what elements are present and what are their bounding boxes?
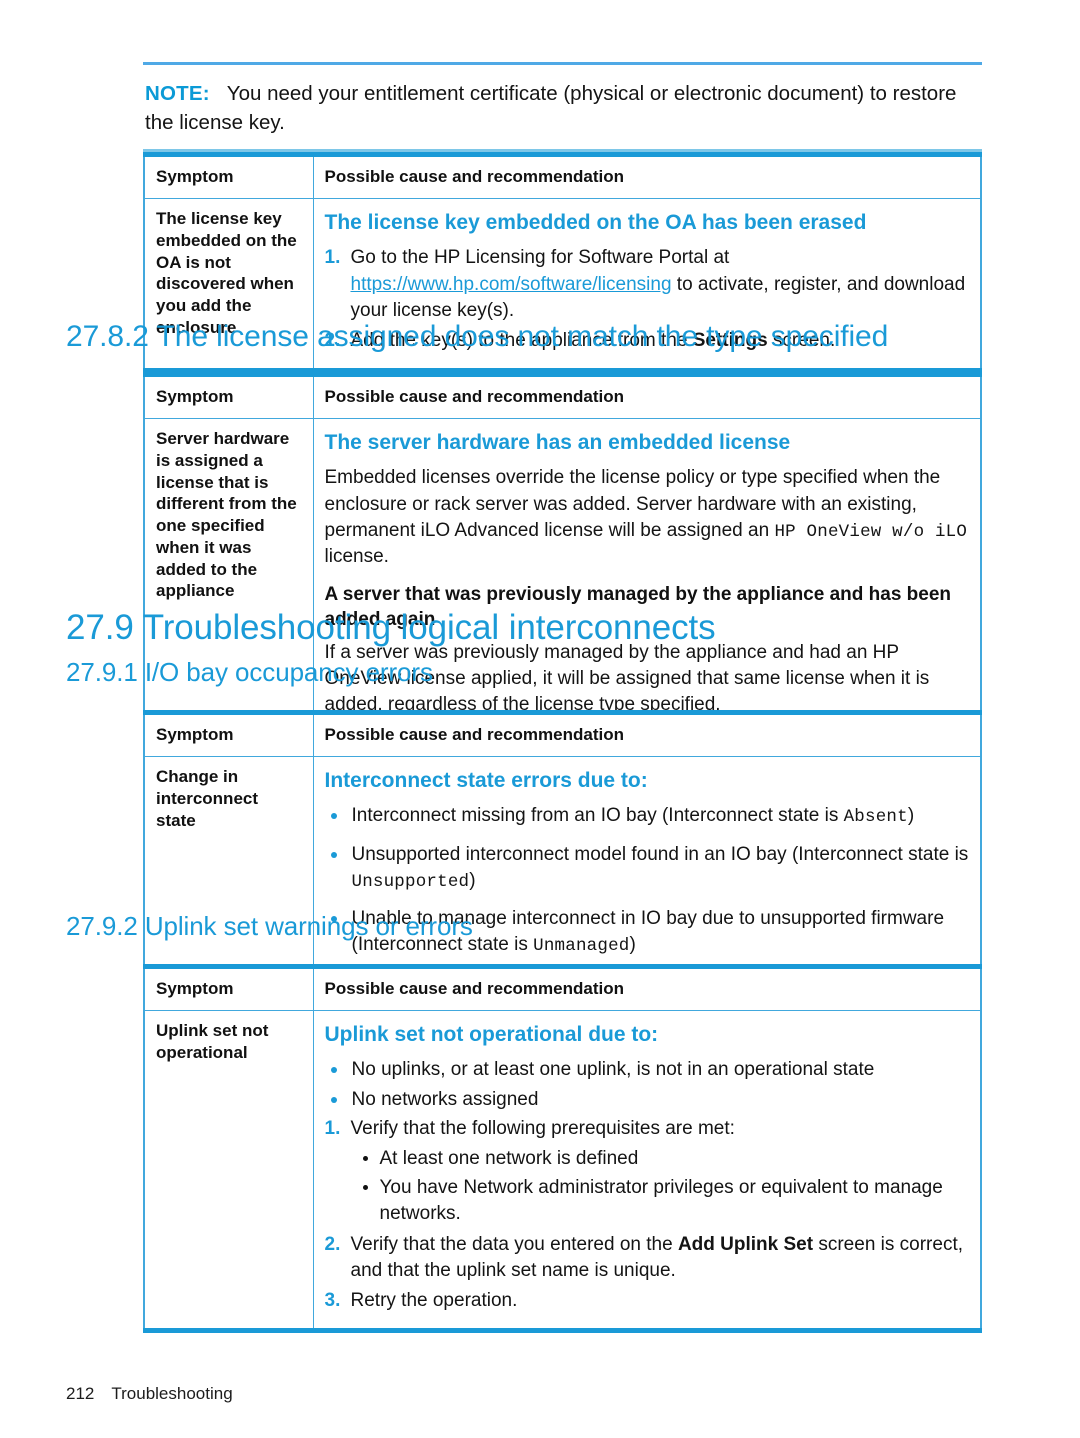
document-page: NOTE: You need your entitlement certifica… [0,0,1080,1438]
bullet-dot-icon [330,813,337,820]
section-title: I/O bay occupancy errors [144,657,433,687]
bullet-text-pre: Unsupported interconnect model found in … [351,843,969,865]
hp-licensing-portal-link[interactable]: https://www.hp.com/software/licensing [351,274,672,295]
footer-page-number: 212 [66,1384,95,1403]
para-post: license. [324,545,389,567]
section-number: 27.9 [66,608,134,647]
cause-heading: Uplink set not operational due to: [324,1023,659,1046]
note-text: You need your entitlement certificate (p… [145,82,957,135]
bullet-text-post: ) [907,805,915,827]
cause-paragraph-1: Embedded licenses override the license p… [325,465,970,570]
step-item: 2. Verify that the data you entered on th… [325,1232,970,1284]
bullet-dot-icon [330,1096,337,1103]
state-value-mono: Unsupported [351,871,470,892]
cause-heading: The server hardware has an embedded lice… [324,431,791,454]
section-number: 27.8.2 [66,320,149,353]
table-header-row: Symptom Possible cause and recommendatio… [143,154,982,199]
table-header-row: Symptom Possible cause and recommendatio… [143,966,982,1011]
note-body: NOTE: You need your entitlement certifica… [143,65,982,149]
license-name-mono: HP OneView w/o iLO [774,521,968,542]
step-number: 1. [324,247,341,269]
bullet-text-post: ) [469,869,476,891]
footer-chapter: Troubleshooting [111,1384,233,1403]
table-header-row: Symptom Possible cause and recommendatio… [143,374,982,419]
section-number: 27.9.1 [66,657,138,687]
cause-heading: The license key embedded on the OA has b… [324,211,867,234]
section-heading-27-9: 27.9 Troubleshooting logical interconnec… [66,608,716,648]
section-number: 27.9.2 [66,911,138,941]
bullet-text-post: ) [629,934,636,956]
state-value-mono: Absent [843,807,908,828]
step-item: 1. Verify that the following prerequisite… [325,1116,970,1228]
step-number: 2. [324,1233,341,1255]
step-text-pre: Go to the HP Licensing for Software Port… [350,247,730,269]
note-label: NOTE: [145,82,210,105]
step-text: Retry the operation. [350,1290,518,1312]
steps-list: 1. Verify that the following prerequisite… [325,1116,970,1315]
bullet-text: No uplinks, or at least one uplink, is n… [351,1059,875,1081]
page-footer: 212 Troubleshooting [66,1384,233,1404]
step-text: Verify that the following prerequisites … [350,1117,735,1139]
step-item: 3. Retry the operation. [325,1288,970,1314]
column-header-symptom: Symptom [143,154,314,199]
bullet-list: No uplinks, or at least one uplink, is n… [325,1057,970,1112]
cause-heading: Interconnect state errors due to: [324,769,648,792]
section-title: Uplink set warnings or errors [144,911,473,941]
substep-item: You have Network administrator privilege… [351,1175,970,1227]
bullet-dot-icon [362,1185,368,1191]
table-row: Uplink set not operational Uplink set no… [143,1009,982,1332]
step-number: 1. [324,1117,341,1139]
step-number: 3. [324,1290,341,1312]
step-item: 1. Go to the HP Licensing for Software Po… [325,245,970,324]
symptom-cell: Uplink set not operational [143,1009,314,1332]
table-header-row: Symptom Possible cause and recommendatio… [143,712,982,757]
bullet-dot-icon [330,851,337,858]
note-admonition: NOTE: You need your entitlement certifica… [143,62,982,153]
step-text-pre: Verify that the data you entered on the [350,1233,678,1255]
substep-item: At least one network is defined [351,1146,970,1172]
column-header-cause: Possible cause and recommendation [312,712,982,757]
section-heading-27-9-1: 27.9.1 I/O bay occupancy errors [66,657,433,688]
table-uplink-set-warnings: Symptom Possible cause and recommendatio… [143,964,982,1334]
cause-cell: Uplink set not operational due to: No up… [312,1009,982,1332]
substep-text: You have Network administrator privilege… [379,1177,943,1225]
bullet-dot-icon [362,1155,368,1161]
column-header-cause: Possible cause and recommendation [312,374,982,419]
substep-text: At least one network is defined [379,1147,639,1169]
section-title: The license assigned does not match the … [156,320,889,353]
bullet-item: No uplinks, or at least one uplink, is n… [325,1057,970,1083]
state-value-mono: Unmanaged [533,936,630,957]
bullet-item: Unsupported interconnect model found in … [325,842,970,894]
section-heading-27-9-2: 27.9.2 Uplink set warnings or errors [66,911,473,942]
column-header-cause: Possible cause and recommendation [312,966,982,1011]
bullet-text-pre: Interconnect missing from an IO bay (Int… [351,805,844,827]
bullet-text: No networks assigned [351,1088,539,1110]
substep-list: At least one network is defined You have… [351,1146,970,1228]
section-title: Troubleshooting logical interconnects [142,608,716,647]
add-uplink-set-emphasis: Add Uplink Set [677,1233,814,1255]
bullet-item: No networks assigned [325,1087,970,1113]
bullet-dot-icon [330,1067,337,1074]
column-header-symptom: Symptom [143,712,314,757]
section-heading-27-8-2: 27.8.2 The license assigned does not mat… [66,320,888,354]
bullet-item: Interconnect missing from an IO bay (Int… [325,803,970,829]
column-header-symptom: Symptom [143,966,314,1011]
column-header-cause: Possible cause and recommendation [312,154,982,199]
column-header-symptom: Symptom [143,374,314,419]
